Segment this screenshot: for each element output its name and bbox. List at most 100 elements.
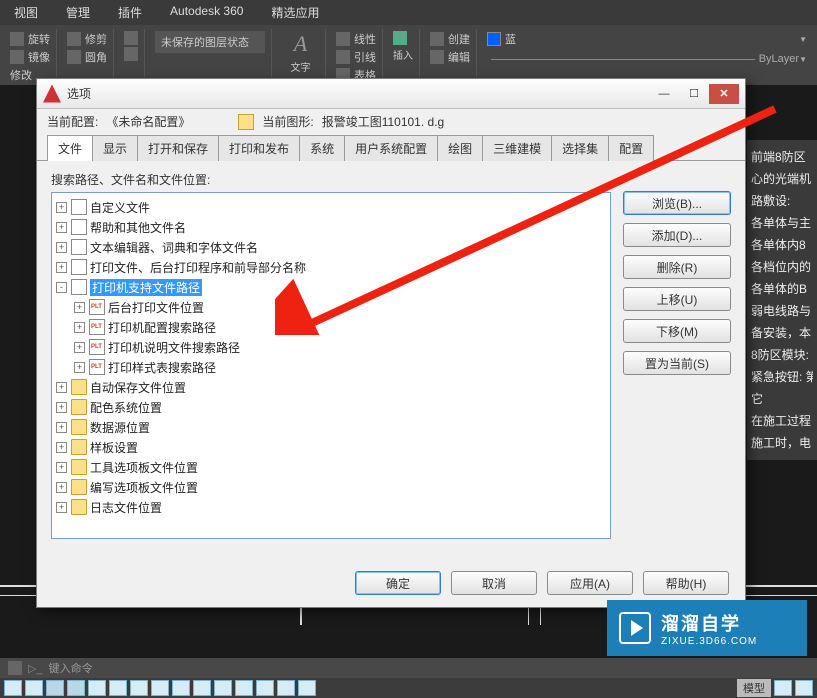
expand-icon[interactable]: + (56, 202, 67, 213)
expand-icon[interactable]: + (56, 242, 67, 253)
color-swatch[interactable] (487, 32, 501, 46)
tab-system[interactable]: 系统 (299, 135, 345, 161)
tab-profiles[interactable]: 配置 (608, 135, 654, 161)
sb-btn[interactable] (4, 680, 22, 696)
trim-button[interactable]: 修剪 (67, 31, 107, 47)
sb-btn[interactable] (193, 680, 211, 696)
tree-node[interactable]: +打印机说明文件搜索路径 (52, 337, 610, 357)
tab-3dmodeling[interactable]: 三维建模 (482, 135, 552, 161)
maximize-button[interactable]: ☐ (679, 84, 709, 104)
tab-plot[interactable]: 打印和发布 (218, 135, 300, 161)
expand-icon[interactable]: + (56, 502, 67, 513)
tree-node[interactable]: +打印文件、后台打印程序和前导部分名称 (52, 257, 610, 277)
tree-node[interactable]: +后台打印文件位置 (52, 297, 610, 317)
mirror-button[interactable]: 镜像 (10, 49, 50, 65)
fillet-button[interactable]: 圆角 (67, 49, 107, 65)
expand-icon[interactable]: + (74, 322, 85, 333)
sb-btn[interactable] (130, 680, 148, 696)
expand-icon[interactable]: + (56, 402, 67, 413)
linetype-dropdown[interactable]: ByLayer ▼ (487, 53, 807, 65)
movedown-button[interactable]: 下移(M) (623, 319, 731, 343)
apply-button[interactable]: 应用(A) (547, 571, 633, 595)
help-button[interactable]: 帮助(H) (643, 571, 729, 595)
ribbon-tab[interactable]: 视图 (8, 2, 44, 23)
expand-icon[interactable]: + (74, 362, 85, 373)
edit-button[interactable]: 编辑 (430, 49, 470, 65)
tab-display[interactable]: 显示 (92, 135, 138, 161)
tab-drafting[interactable]: 绘图 (437, 135, 483, 161)
sb-btn[interactable] (214, 680, 232, 696)
leader-button[interactable]: 引线 (336, 49, 376, 65)
sb-btn[interactable] (298, 680, 316, 696)
expand-icon[interactable]: + (56, 222, 67, 233)
rotate-button[interactable]: 旋转 (10, 31, 50, 47)
sb-btn[interactable] (25, 680, 43, 696)
ok-button[interactable]: 确定 (355, 571, 441, 595)
tab-opensave[interactable]: 打开和保存 (137, 135, 219, 161)
insert-button[interactable] (393, 31, 413, 45)
layer-state-dropdown[interactable]: 未保存的图层状态 (155, 31, 265, 53)
tree-node[interactable]: +配色系统位置 (52, 397, 610, 417)
tree-node[interactable]: +数据源位置 (52, 417, 610, 437)
folder-icon (71, 399, 87, 415)
linear-button[interactable]: 线性 (336, 31, 376, 47)
close-button[interactable]: ✕ (709, 84, 739, 104)
sb-btn[interactable] (774, 680, 792, 696)
sb-btn[interactable] (67, 680, 85, 696)
tree-node[interactable]: + 打印样式表搜索路径 (52, 357, 610, 377)
expand-icon[interactable]: + (56, 482, 67, 493)
tab-userprefs[interactable]: 用户系统配置 (344, 135, 438, 161)
sb-btn[interactable] (109, 680, 127, 696)
tree-node[interactable]: +自动保存文件位置 (52, 377, 610, 397)
ribbon-tab[interactable]: Autodesk 360 (164, 2, 249, 23)
moveup-button[interactable]: 上移(U) (623, 287, 731, 311)
minimize-button[interactable]: — (649, 84, 679, 104)
tree-node[interactable]: +打印机配置搜索路径 (52, 317, 610, 337)
model-button[interactable]: 模型 (737, 679, 771, 697)
sb-btn[interactable] (277, 680, 295, 696)
tree-node[interactable]: +日志文件位置 (52, 497, 610, 517)
ribbon-tab[interactable]: 管理 (60, 2, 96, 23)
expand-icon[interactable]: + (56, 422, 67, 433)
expand-icon[interactable]: + (56, 262, 67, 273)
options-tabstrip: 文件 显示 打开和保存 打印和发布 系统 用户系统配置 绘图 三维建模 选择集 … (37, 134, 745, 161)
expand-icon[interactable]: + (74, 342, 85, 353)
cancel-button[interactable]: 取消 (451, 571, 537, 595)
sb-btn[interactable] (256, 680, 274, 696)
expand-icon[interactable]: + (56, 382, 67, 393)
ribbon-tab[interactable]: 精选应用 (265, 2, 325, 23)
tree-node[interactable]: +文本编辑器、词典和字体文件名 (52, 237, 610, 257)
sb-btn[interactable] (46, 680, 64, 696)
setcurrent-button[interactable]: 置为当前(S) (623, 351, 731, 375)
background-text: 前端8防区心的光端机路敷设: 各单体与主各单体内8各档位内的 各单体的B弱电线路… (747, 140, 817, 460)
tree-node[interactable]: -打印机支持文件路径 (52, 277, 610, 297)
expand-icon[interactable]: - (56, 282, 67, 293)
add-button[interactable]: 添加(D)... (623, 223, 731, 247)
dialog-title: 选项 (67, 85, 91, 102)
command-line[interactable]: ▷_ 键入命令 (0, 658, 817, 678)
tab-files[interactable]: 文件 (47, 135, 93, 161)
dialog-titlebar[interactable]: 选项 — ☐ ✕ (37, 79, 745, 109)
ribbon-tab[interactable]: 插件 (112, 2, 148, 23)
tree-node-label: 打印样式表搜索路径 (108, 359, 216, 376)
create-button[interactable]: 创建 (430, 31, 470, 47)
sb-btn[interactable] (151, 680, 169, 696)
expand-icon[interactable]: + (56, 442, 67, 453)
tree-node[interactable]: +样板设置 (52, 437, 610, 457)
tree-node[interactable]: +编写选项板文件位置 (52, 477, 610, 497)
sb-btn[interactable] (88, 680, 106, 696)
tab-selection[interactable]: 选择集 (551, 135, 609, 161)
expand-icon[interactable]: + (74, 302, 85, 313)
browse-button[interactable]: 浏览(B)... (623, 191, 731, 215)
remove-button[interactable]: 删除(R) (623, 255, 731, 279)
folder-icon (71, 479, 87, 495)
sb-btn[interactable] (235, 680, 253, 696)
tree-node[interactable]: +帮助和其他文件名 (52, 217, 610, 237)
sb-btn[interactable] (795, 680, 813, 696)
tree-node[interactable]: +工具选项板文件位置 (52, 457, 610, 477)
tree-node[interactable]: +自定义文件 (52, 197, 610, 217)
files-tree[interactable]: +自定义文件+帮助和其他文件名+文本编辑器、词典和字体文件名+打印文件、后台打印… (51, 192, 611, 539)
sb-btn[interactable] (172, 680, 190, 696)
expand-icon[interactable]: + (56, 462, 67, 473)
dropdown-icon[interactable]: ▼ (799, 35, 807, 44)
